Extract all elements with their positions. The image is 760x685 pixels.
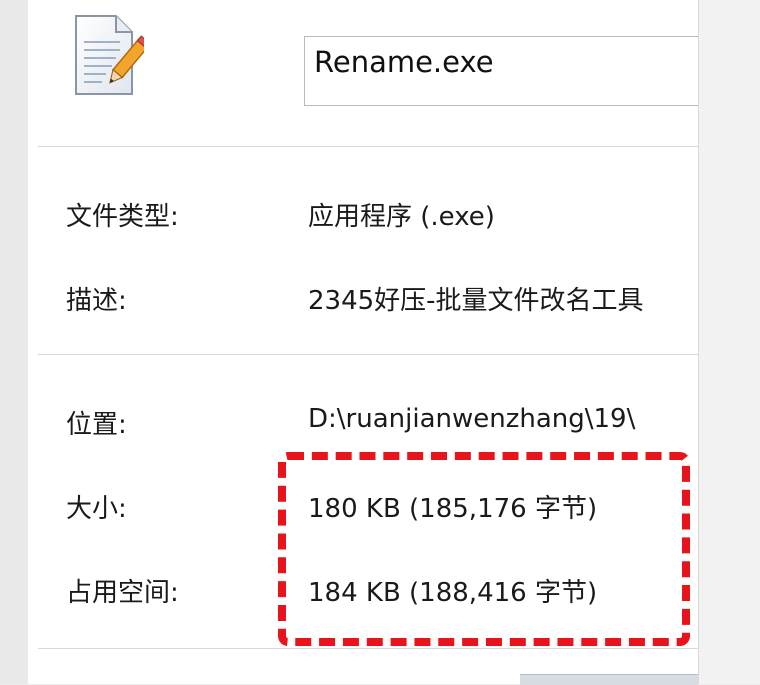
type-label: 文件类型: — [66, 202, 179, 232]
separator — [38, 648, 698, 649]
red-dashed-highlight — [278, 452, 690, 646]
separator — [38, 354, 698, 355]
type-value: 应用程序 (.exe) — [308, 202, 495, 232]
separator — [38, 146, 698, 147]
file-name-input[interactable]: Rename.exe — [304, 36, 698, 106]
document-pencil-icon — [75, 15, 144, 95]
background-window-edge — [520, 674, 698, 685]
description-label: 描述: — [66, 286, 127, 316]
location-label: 位置: — [66, 410, 127, 440]
properties-window: Rename.exe 文件类型: 应用程序 (.exe) 描述: 2345好压-… — [0, 0, 760, 685]
window-edge — [698, 0, 760, 684]
general-tab-panel: Rename.exe 文件类型: 应用程序 (.exe) 描述: 2345好压-… — [28, 0, 698, 684]
location-value: D:\ruanjianwenzhang\19\ — [308, 404, 636, 434]
size-on-disk-label: 占用空间: — [66, 578, 179, 608]
size-label: 大小: — [66, 494, 127, 524]
description-value: 2345好压-批量文件改名工具 — [308, 286, 644, 316]
